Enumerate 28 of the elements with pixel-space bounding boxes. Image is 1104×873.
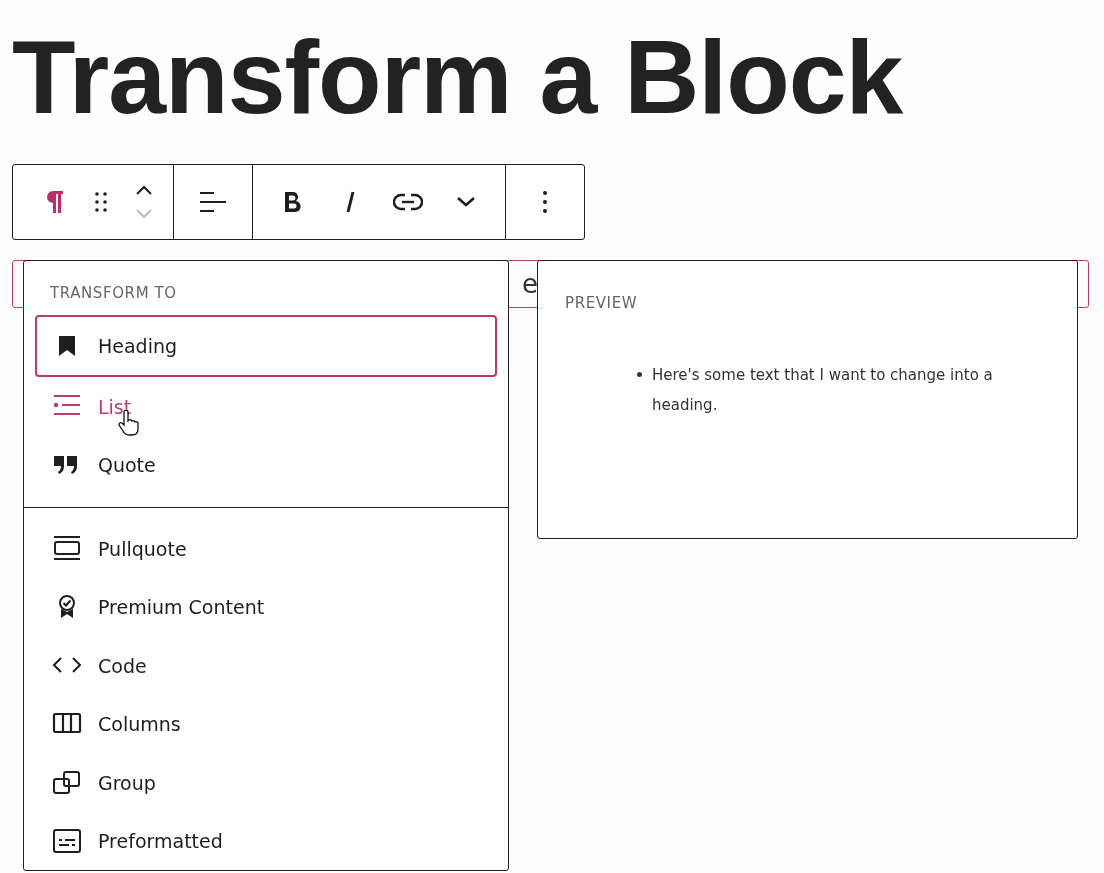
list-item-text: Here's some text that I want to change into a heading. (652, 365, 994, 416)
menu-item[interactable]: Heading (35, 315, 497, 377)
preview-heading: PREVIEW (565, 294, 638, 312)
preformatted-icon (52, 828, 82, 854)
menu-item[interactable]: List (35, 377, 497, 436)
menu-item[interactable]: Premium Content (35, 578, 497, 636)
group-icon (52, 769, 82, 796)
bullet-icon (637, 372, 642, 377)
menu-item[interactable]: Preformatted (35, 812, 497, 870)
paragraph-text: e (522, 269, 538, 299)
align-left-icon (200, 191, 226, 213)
menu-item[interactable]: Columns (35, 695, 497, 753)
chevron-down-icon (456, 196, 476, 208)
menu-item[interactable]: Quote (35, 436, 497, 494)
menu-heading: TRANSFORM TO (50, 284, 177, 302)
menu-item[interactable]: Code (35, 636, 497, 695)
link-icon (393, 193, 423, 211)
chevron-down-icon (135, 209, 153, 219)
chevron-up-icon (135, 185, 153, 195)
menu-item[interactable]: Group (35, 753, 497, 812)
bold-icon (283, 191, 301, 213)
italic-icon (344, 191, 356, 213)
pullquote-icon (52, 535, 82, 562)
page-title: Transform a Block (12, 18, 904, 137)
bookmark-icon (59, 336, 75, 356)
options-icon (542, 190, 548, 214)
drag-handle-icon (94, 191, 108, 213)
menu-item[interactable]: Pullquote (35, 519, 497, 578)
